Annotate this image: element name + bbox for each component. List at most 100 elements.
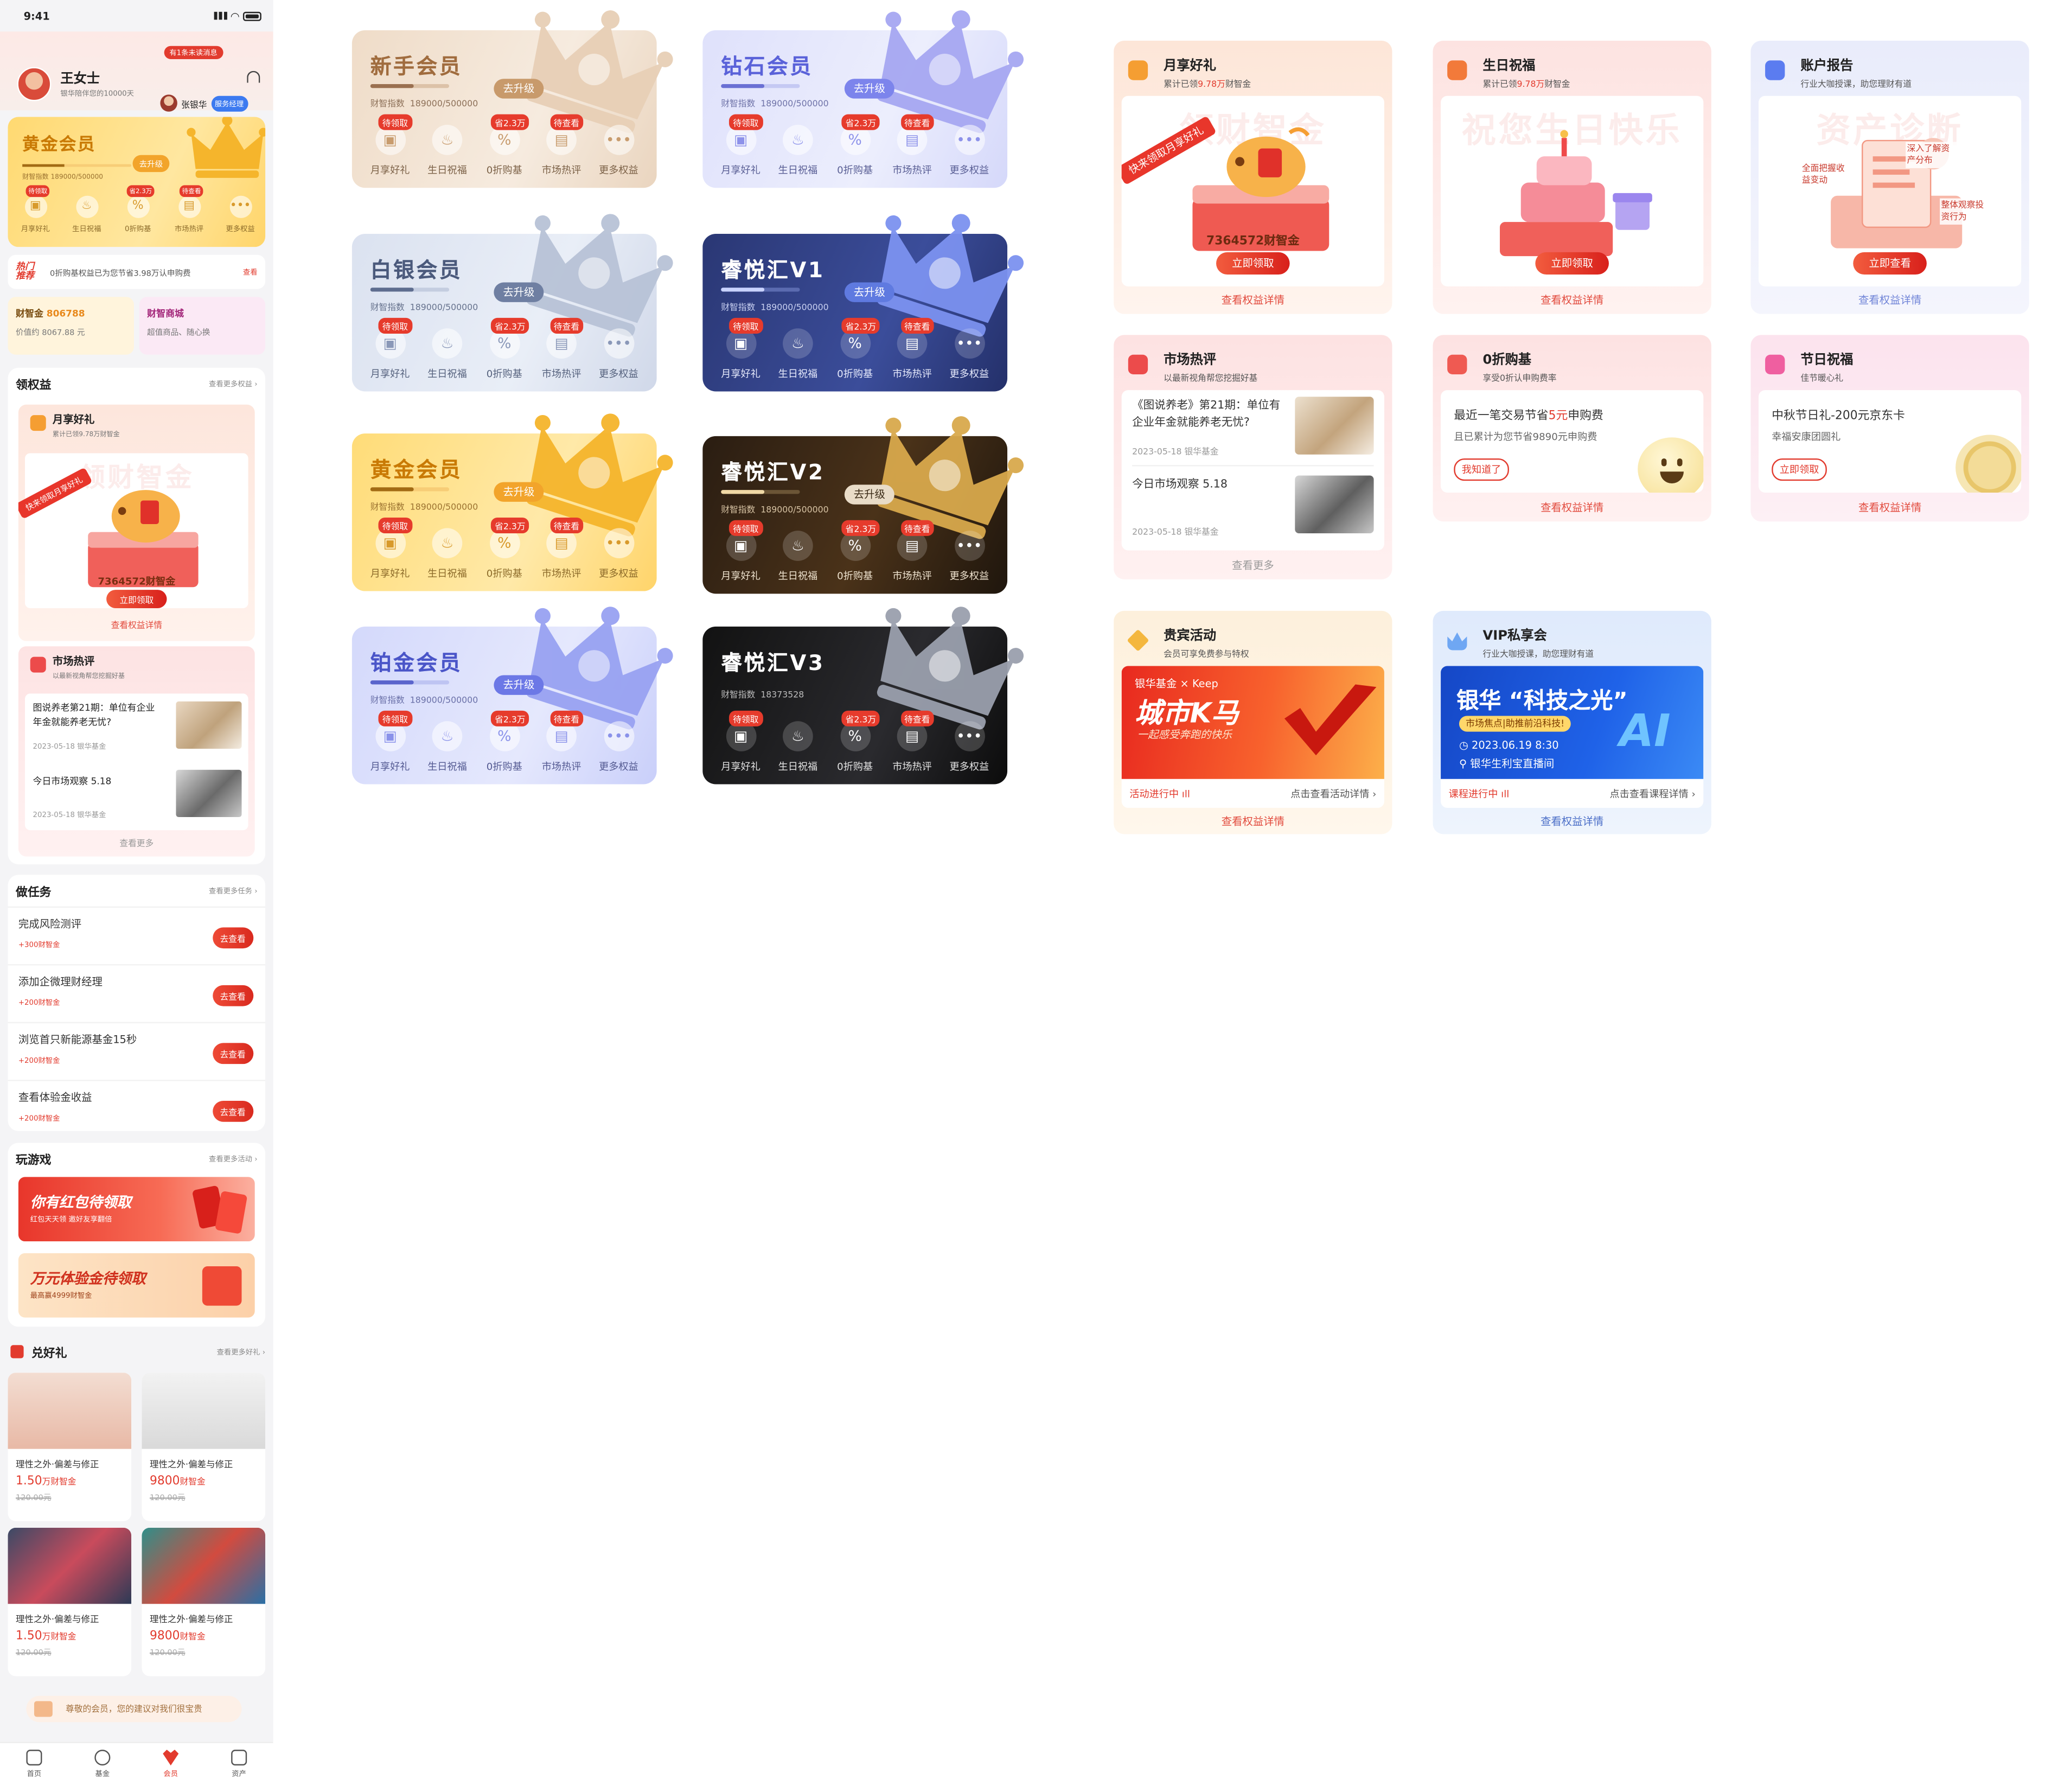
- benefit-discount[interactable]: 省2.3万% 0折购基: [827, 114, 883, 177]
- hot-recommend-strip[interactable]: 热门 推荐 0折购基权益已为您节省3.98万认申购费 查看: [8, 254, 266, 289]
- event-detail-link[interactable]: 点击查看活动详情 ›: [1290, 787, 1376, 801]
- more-benefits-link[interactable]: 查看更多权益 ›: [209, 378, 258, 389]
- detail-link[interactable]: 查看权益详情: [1750, 500, 2029, 515]
- benefit-cake[interactable]: ♨ 生日祝福: [770, 125, 826, 177]
- benefit-book[interactable]: 待查看 ▤ 市场热评: [534, 114, 589, 177]
- upgrade-button[interactable]: 去升级: [844, 282, 894, 302]
- benefit-discount[interactable]: 省2.3万% 0折购基: [477, 317, 532, 381]
- benefit-more[interactable]: ••• 更多权益: [591, 721, 647, 774]
- benefit-cake[interactable]: ♨ 生日祝福: [67, 195, 106, 234]
- trial-fund-banner[interactable]: 万元体验金待领取 最高赢4999财智金: [18, 1253, 255, 1318]
- news-item[interactable]: 今日市场观察 5.18 2023-05-18 银华基金: [1132, 469, 1374, 545]
- detail-link[interactable]: 查看权益详情: [1433, 293, 1711, 308]
- benefit-discount[interactable]: 省2.3万% 0折购基: [477, 517, 532, 581]
- benefit-cake[interactable]: ♨ 生日祝福: [770, 721, 826, 774]
- benefit-discount[interactable]: 省2.3万% 0折购基: [477, 710, 532, 774]
- member-card-bronze[interactable]: 睿悦汇V2 去升级 财智指数 189000/500000 待领取 ▣ 月享好礼 ♨ 生日祝福…: [702, 394, 1033, 594]
- tab-assets[interactable]: 资产: [205, 1743, 273, 1792]
- benefit-book[interactable]: 待查看 ▤ 市场热评: [534, 710, 589, 774]
- course-detail-link[interactable]: 点击查看课程详情 ›: [1609, 787, 1695, 801]
- zero-fee-card[interactable]: 0折购基 享受0折认申购费率 最近一笔交易节省5元申购费 且已累计为您节省989…: [1433, 335, 1711, 522]
- upgrade-button[interactable]: 去升级: [844, 484, 894, 505]
- benefit-gift[interactable]: 待领取 ▣ 月享好礼: [713, 710, 769, 774]
- news-item[interactable]: 《图说养老》第21期：单位有企业年金就能养老无忧? 2023-05-18 银华基…: [1132, 390, 1374, 467]
- benefit-more[interactable]: ••• 更多权益: [591, 328, 647, 381]
- market-review-card[interactable]: 市场热评 以最新视角帮您挖掘好基 《图说养老》第21期：单位有企业年金就能养老无…: [1114, 335, 1392, 579]
- upgrade-button[interactable]: 去升级: [494, 675, 544, 695]
- task-go-button[interactable]: 去查看: [212, 927, 254, 949]
- benefit-cake[interactable]: ♨ 生日祝福: [770, 531, 826, 583]
- more-games-link[interactable]: 查看更多活动 ›: [209, 1153, 258, 1164]
- detail-link[interactable]: 查看权益详情: [1114, 293, 1392, 308]
- benefit-book[interactable]: 待查看 ▤ 市场热评: [885, 114, 940, 177]
- benefit-gift[interactable]: 待领取 ▣ 月享好礼: [362, 317, 418, 381]
- gold-member-card[interactable]: 黄金会员 去升级 财智指数 189000/500000 待领取 ▣ 月享好礼 ♨ 生日祝…: [8, 117, 266, 247]
- benefit-more[interactable]: ••• 更多权益: [221, 195, 260, 234]
- benefit-more[interactable]: ••• 更多权益: [942, 531, 997, 583]
- monthly-gift-card[interactable]: 月享好礼 累计已领9.78万财智金 领财智金 快来领取月享好礼 7364572财…: [1114, 41, 1392, 314]
- tab-fund[interactable]: 基金: [68, 1743, 137, 1792]
- detail-link[interactable]: 查看权益详情: [1433, 814, 1711, 829]
- upgrade-button[interactable]: 去升级: [494, 482, 544, 502]
- member-card-black[interactable]: 睿悦汇V3 财智指数 18373528 待领取 ▣ 月享好礼 ♨ 生日祝福 省2.3万% 0折…: [702, 584, 1033, 785]
- benefit-cake[interactable]: ♨ 生日祝福: [420, 528, 475, 581]
- claim-button[interactable]: 立即领取: [106, 590, 167, 609]
- unread-message-tip[interactable]: 有1条未读消息: [164, 46, 223, 59]
- news-title[interactable]: 图说养老第21期：单位有企业年金就能养老无忧?: [33, 702, 162, 730]
- market-review-mini-card[interactable]: 市场热评 以最新视角帮您挖掘好基 图说养老第21期：单位有企业年金就能养老无忧?…: [18, 646, 255, 857]
- benefit-more[interactable]: ••• 更多权益: [942, 721, 997, 774]
- upgrade-button[interactable]: 去升级: [844, 79, 894, 99]
- benefit-cake[interactable]: ♨ 生日祝福: [420, 721, 475, 774]
- benefit-discount[interactable]: 省2.3万% 0折购基: [827, 520, 883, 583]
- news-title[interactable]: 今日市场观察 5.18: [33, 775, 112, 788]
- benefit-more[interactable]: ••• 更多权益: [591, 528, 647, 581]
- wisdom-coin-card[interactable]: 财智金 806788 价值约 8067.88 元: [8, 297, 134, 355]
- benefit-discount[interactable]: 省2.3万% 0折购基: [118, 185, 158, 234]
- vip-event-card[interactable]: 贵宾活动 会员可享免费参与特权 银华基金 × Keep 城市K马 一起感受奔跑的…: [1114, 610, 1392, 834]
- benefit-gift[interactable]: 待领取 ▣ 月享好礼: [713, 114, 769, 177]
- benefit-book[interactable]: 待查看 ▤ 市场热评: [169, 185, 209, 234]
- benefit-cake[interactable]: ♨ 生日祝福: [420, 125, 475, 177]
- more-tasks-link[interactable]: 查看更多任务 ›: [209, 885, 258, 896]
- tab-home[interactable]: 首页: [0, 1743, 68, 1792]
- member-card-gold[interactable]: 黄金会员 去升级 财智指数 189000/500000 待领取 ▣ 月享好礼 ♨ 生日祝福省…: [351, 392, 682, 591]
- account-report-card[interactable]: 账户报告 行业大咖授课，助您理财有道 资产诊断 全面把握收益变动 深入了解资产分…: [1750, 41, 2029, 314]
- detail-link[interactable]: 查看权益详情: [1114, 814, 1392, 829]
- birthday-card[interactable]: 生日祝福 累计已领9.78万财智金 祝您生日快乐 立即领取 查看权益详情: [1433, 41, 1711, 314]
- benefit-book[interactable]: 待查看 ▤ 市场热评: [885, 520, 940, 583]
- vip-salon-card[interactable]: VIP私享会 行业大咖授课，助您理财有道 银华 “科技之光” 市场焦点|助推前沿…: [1433, 610, 1711, 834]
- gift-item[interactable]: 理性之外·偏差与修正 1.50万财智金 120.00元: [8, 1527, 132, 1676]
- benefit-discount[interactable]: 省2.3万% 0折购基: [827, 710, 883, 774]
- see-more-link[interactable]: 查看更多: [18, 836, 255, 849]
- red-packet-banner[interactable]: 你有红包待领取 红包天天领 邀好友享翻倍: [18, 1177, 255, 1242]
- benefit-gift[interactable]: 待领取 ▣ 月享好礼: [362, 114, 418, 177]
- claim-button[interactable]: 立即领取: [1216, 252, 1290, 275]
- upgrade-button[interactable]: 去升级: [494, 282, 544, 302]
- benefit-book[interactable]: 待查看 ▤ 市场热评: [885, 710, 940, 774]
- upgrade-button[interactable]: 去升级: [132, 155, 170, 173]
- member-card-violet[interactable]: 钻石会员 去升级 财智指数 189000/500000 待领取 ▣ 月享好礼 ♨ 生日祝福省…: [702, 0, 1033, 188]
- benefit-more[interactable]: ••• 更多权益: [942, 125, 997, 177]
- service-manager[interactable]: 张银华 服务经理: [160, 94, 248, 112]
- benefit-book[interactable]: 待查看 ▤ 市场热评: [885, 317, 940, 381]
- see-more-link[interactable]: 查看更多: [1114, 558, 1392, 573]
- upgrade-button[interactable]: 去升级: [494, 79, 544, 99]
- member-card-beige[interactable]: 新手会员 去升级 财智指数 189000/500000 待领取 ▣ 月享好礼 ♨ 生日祝福省…: [351, 0, 682, 188]
- tab-member[interactable]: 会员: [137, 1743, 205, 1792]
- benefit-book[interactable]: 待查看 ▤ 市场热评: [534, 317, 589, 381]
- festival-card[interactable]: 节日祝福 佳节暖心礼 中秋节日礼-200元京东卡 幸福安康团圆礼 立即领取 查看…: [1750, 335, 2029, 522]
- gift-item[interactable]: 理性之外·偏差与修正 9800财智金 120.00元: [142, 1373, 266, 1521]
- claim-button[interactable]: 立即领取: [1772, 458, 1827, 481]
- member-card-silver[interactable]: 白银会员 去升级 财智指数 189000/500000 待领取 ▣ 月享好礼 ♨ 生日祝福省…: [351, 192, 682, 392]
- benefit-more[interactable]: ••• 更多权益: [591, 125, 647, 177]
- member-card-navy[interactable]: 睿悦汇V1 去升级 财智指数 189000/500000 待领取 ▣ 月享好礼 ♨ 生日祝福…: [702, 192, 1033, 392]
- avatar[interactable]: [17, 67, 52, 101]
- benefit-cake[interactable]: ♨ 生日祝福: [420, 328, 475, 381]
- more-gifts-link[interactable]: 查看更多好礼 ›: [217, 1347, 266, 1357]
- benefit-gift[interactable]: 待领取 ▣ 月享好礼: [362, 517, 418, 581]
- hot-link[interactable]: 查看: [243, 267, 258, 277]
- gift-item[interactable]: 理性之外·偏差与修正 1.50万财智金 120.00元: [8, 1373, 132, 1521]
- benefit-gift[interactable]: 待领取 ▣ 月享好礼: [362, 710, 418, 774]
- task-go-button[interactable]: 去查看: [212, 1043, 254, 1064]
- benefit-gift[interactable]: 待领取 ▣ 月享好礼: [16, 185, 55, 234]
